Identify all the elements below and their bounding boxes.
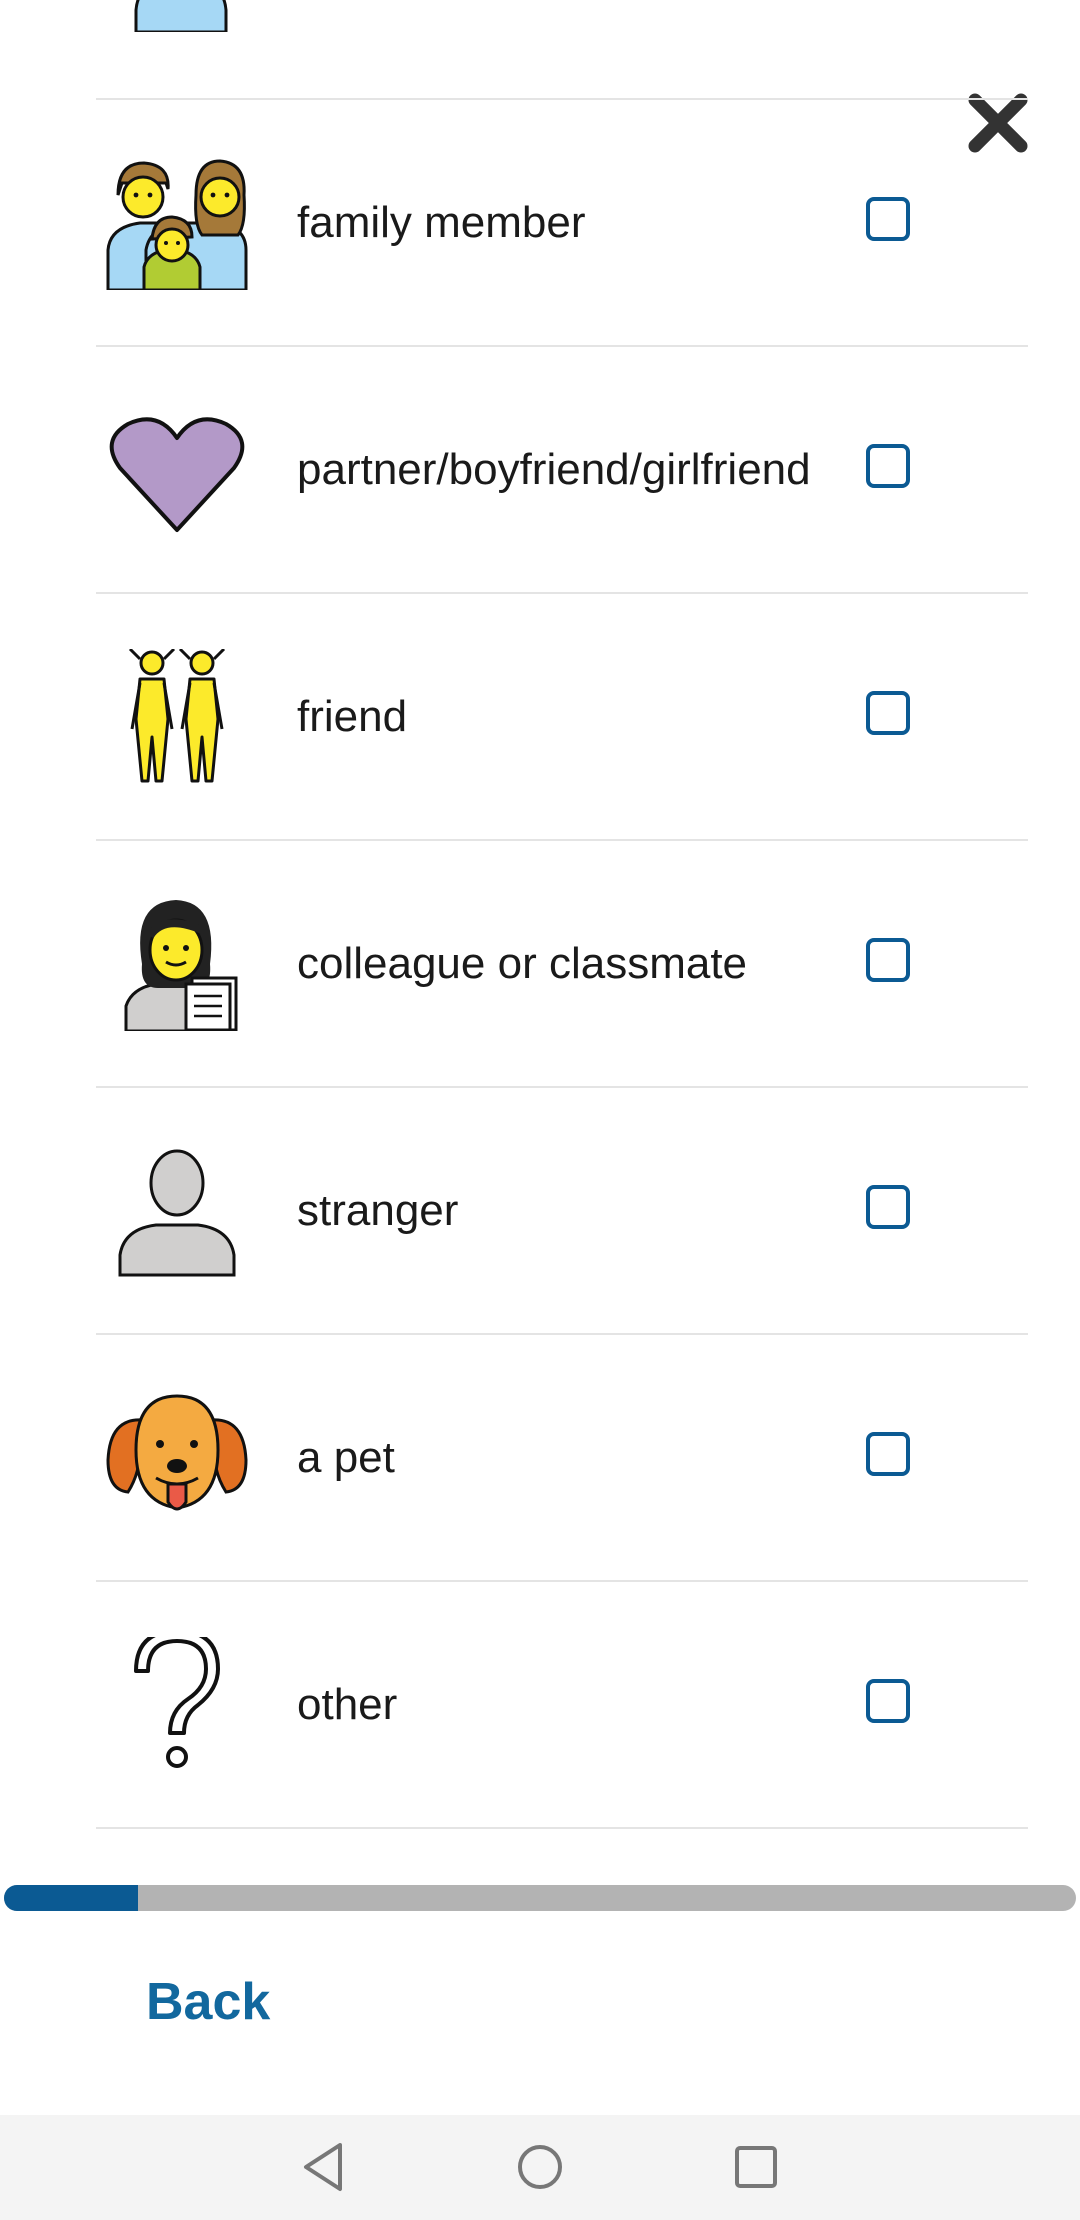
- option-family-member[interactable]: family member: [96, 100, 1028, 345]
- heart-icon: [106, 402, 248, 537]
- option-checkbox[interactable]: [866, 938, 910, 982]
- square-recents-icon: [735, 2146, 777, 2188]
- triangle-back-icon: [304, 2143, 342, 2191]
- partial-person-icon: [134, 0, 228, 32]
- divider: [96, 1827, 1028, 1829]
- circle-home-icon: [518, 2145, 562, 2189]
- option-label: stranger: [297, 1186, 459, 1235]
- option-pet[interactable]: a pet: [96, 1335, 1028, 1580]
- option-label: other: [297, 1680, 398, 1729]
- relationship-options-list: family member partner/boyfriend/girlfrie…: [96, 98, 1028, 1829]
- option-checkbox[interactable]: [866, 1679, 910, 1723]
- option-label: a pet: [297, 1433, 395, 1482]
- option-partner[interactable]: partner/boyfriend/girlfriend: [96, 347, 1028, 592]
- option-label: partner/boyfriend/girlfriend: [297, 445, 811, 494]
- android-nav-bar: [0, 2115, 1080, 2220]
- option-label: friend: [297, 692, 408, 741]
- option-colleague[interactable]: colleague or classmate: [96, 841, 1028, 1086]
- option-stranger[interactable]: stranger: [96, 1088, 1028, 1333]
- option-label: colleague or classmate: [297, 939, 748, 988]
- option-checkbox[interactable]: [866, 1185, 910, 1229]
- dog-icon: [106, 1390, 248, 1525]
- option-checkbox[interactable]: [866, 691, 910, 735]
- question-mark-icon: [106, 1637, 248, 1772]
- nav-home-button[interactable]: [510, 2137, 570, 2197]
- option-checkbox[interactable]: [866, 1432, 910, 1476]
- option-checkbox[interactable]: [866, 197, 910, 241]
- progress-fill: [4, 1885, 138, 1911]
- nav-recents-button[interactable]: [726, 2137, 786, 2197]
- back-button[interactable]: Back: [146, 1972, 270, 2032]
- option-checkbox[interactable]: [866, 444, 910, 488]
- option-label: family member: [297, 198, 586, 247]
- nav-back-button[interactable]: [294, 2137, 354, 2197]
- office-worker-icon: [106, 896, 248, 1031]
- family-icon: [106, 155, 248, 290]
- option-friend[interactable]: friend: [96, 594, 1028, 839]
- person-silhouette-icon: [106, 1143, 248, 1278]
- progress-bar: [4, 1885, 1076, 1911]
- option-other[interactable]: other: [96, 1582, 1028, 1827]
- friends-icon: [106, 649, 248, 784]
